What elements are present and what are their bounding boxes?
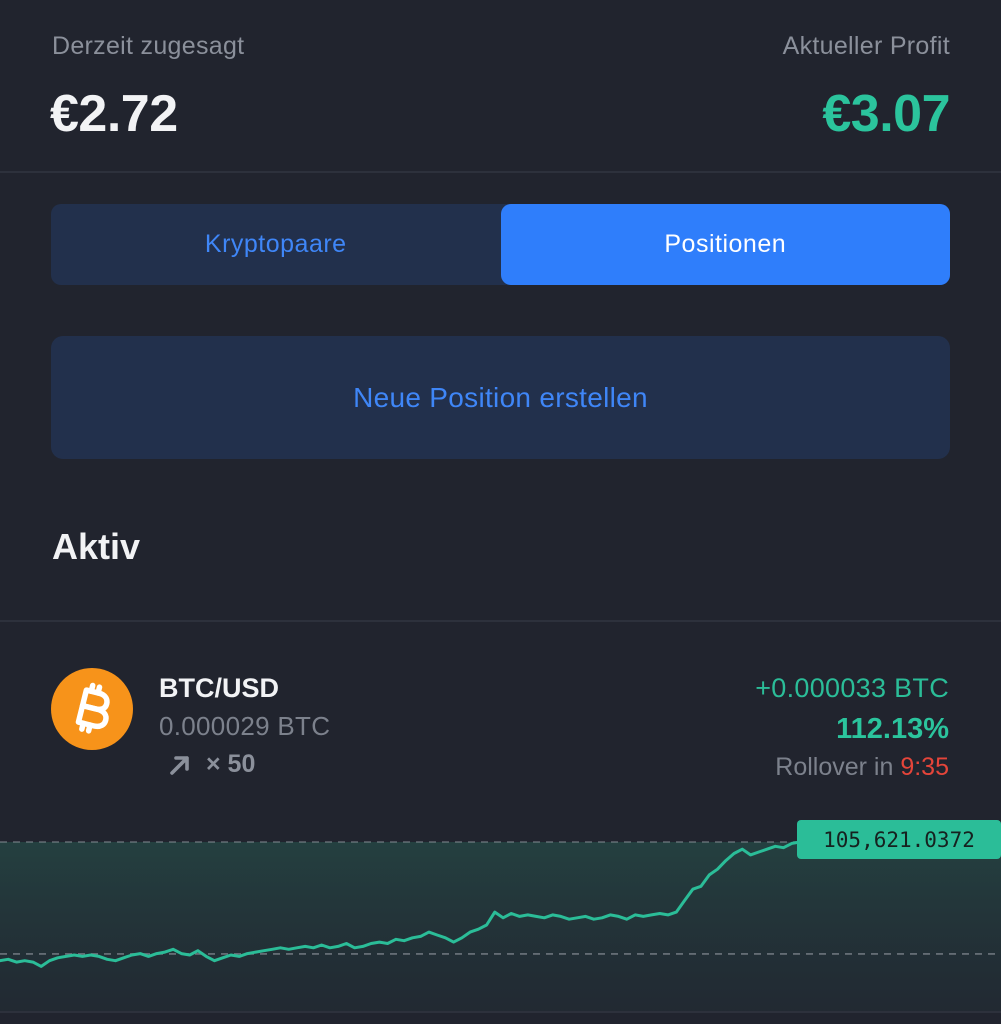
profit-value: €3.07 bbox=[822, 85, 950, 143]
chart-area-fill bbox=[0, 842, 1001, 1012]
arrow-up-right-icon bbox=[170, 755, 189, 775]
portfolio-summary: Derzeit zugesagt €2.72 Aktueller Profit … bbox=[0, 0, 1001, 172]
pair-name: BTC/USD bbox=[159, 673, 279, 703]
card-bottom-divider bbox=[0, 1011, 1001, 1013]
bitcoin-icon bbox=[51, 668, 133, 750]
leverage-indicator: × 50 bbox=[168, 750, 255, 779]
profit-percent: 112.13% bbox=[836, 713, 949, 745]
profit-btc: +0.000033 BTC bbox=[755, 673, 949, 703]
tab-positionen[interactable]: Positionen bbox=[500, 204, 950, 285]
new-position-button[interactable]: Neue Position erstellen bbox=[51, 336, 950, 459]
tab-kryptopaare[interactable]: Kryptopaare bbox=[51, 204, 501, 285]
current-price-badge: 105,621.0372 bbox=[797, 820, 1001, 859]
position-amount: 0.000029 BTC bbox=[159, 711, 331, 741]
committed-value: €2.72 bbox=[50, 85, 178, 143]
rollover-info: Rollover in 9:35 bbox=[775, 753, 949, 782]
rollover-label: Rollover in bbox=[775, 753, 894, 781]
rollover-timer: 9:35 bbox=[900, 753, 949, 781]
leverage-value: × 50 bbox=[206, 750, 256, 778]
section-title-active: Aktiv bbox=[52, 526, 141, 567]
committed-label: Derzeit zugesagt bbox=[52, 32, 245, 60]
summary-divider bbox=[0, 171, 1001, 173]
profit-label: Aktueller Profit bbox=[782, 32, 950, 60]
section-divider bbox=[0, 620, 1001, 622]
view-tabs: Kryptopaare Positionen bbox=[51, 204, 950, 285]
